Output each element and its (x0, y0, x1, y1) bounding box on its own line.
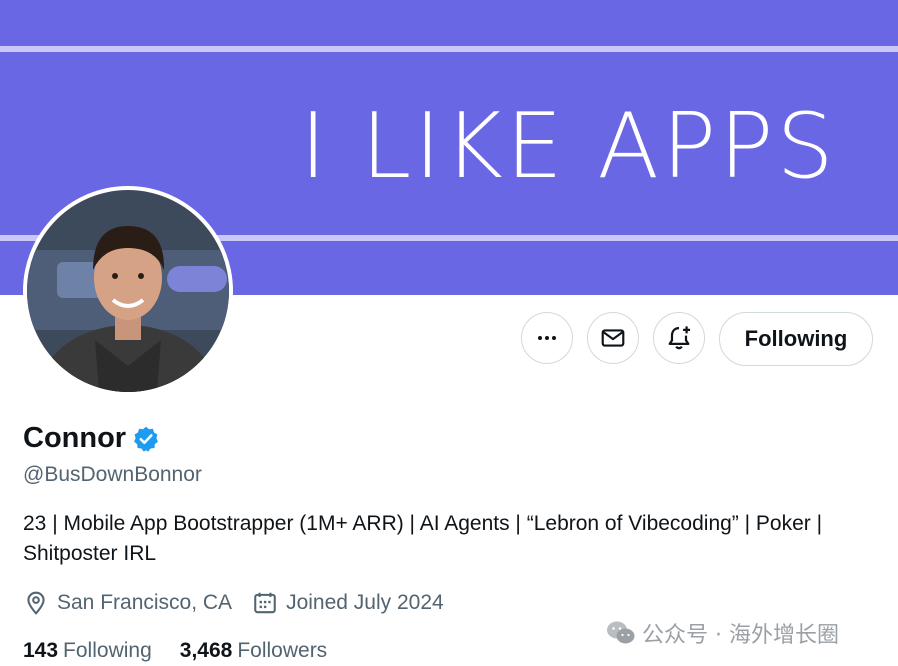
following-button[interactable]: Following (719, 312, 873, 366)
avatar[interactable] (23, 186, 233, 396)
message-button[interactable] (587, 312, 639, 364)
location-text: San Francisco, CA (57, 591, 233, 614)
watermark-text: 公众号 · 海外增长圈 (642, 623, 839, 648)
more-button[interactable] (521, 312, 573, 364)
follow-stats: 143 Following 3,468 Followers (23, 639, 355, 663)
avatar-image (27, 190, 229, 392)
more-horizontal-icon (538, 336, 556, 340)
location: San Francisco, CA (23, 590, 232, 616)
profile-meta: San Francisco, CA Joined July 2024 (23, 590, 464, 616)
bell-plus-icon (668, 326, 691, 350)
following-link[interactable]: 143 Following (23, 639, 152, 663)
banner-text: I LIKE APPS (300, 94, 837, 199)
following-count: 143 (23, 639, 59, 662)
envelope-icon (601, 329, 625, 347)
wechat-icon (607, 621, 635, 644)
location-pin-icon (27, 591, 45, 615)
banner-stripe (0, 46, 898, 52)
display-name: Connor (23, 422, 127, 454)
followers-link[interactable]: 3,468 Followers (180, 639, 327, 663)
followers-label: Followers (237, 639, 328, 662)
watermark: 公众号 · 海外增长圈 (606, 617, 839, 649)
joined-text: Joined July 2024 (286, 591, 444, 614)
followers-count: 3,468 (179, 639, 233, 662)
joined-date: Joined July 2024 (252, 590, 444, 616)
profile-bio: 23 | Mobile App Bootstrapper (1M+ ARR) |… (23, 512, 823, 565)
profile-name: Connor (23, 422, 160, 455)
notifications-button[interactable] (653, 312, 705, 364)
profile-handle: @BusDownBonnor (23, 463, 202, 486)
calendar-icon (254, 592, 276, 614)
verified-badge-icon[interactable] (132, 425, 160, 453)
following-label: Following (63, 639, 152, 662)
